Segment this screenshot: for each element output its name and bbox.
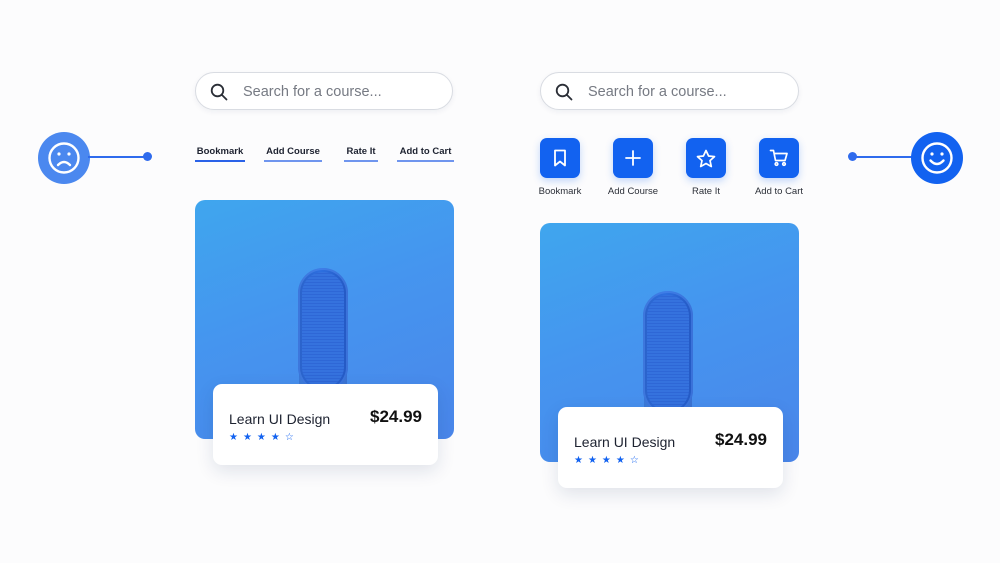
bookmark-button[interactable] <box>540 138 580 178</box>
connector-dot-left <box>143 152 152 161</box>
plus-icon <box>625 150 641 166</box>
search-bar-left[interactable] <box>195 72 453 111</box>
search-icon <box>210 83 228 101</box>
course-title: Learn UI Design <box>574 434 676 450</box>
search-input-left[interactable] <box>241 73 445 111</box>
course-card-right[interactable]: Learn UI Design $24.99 ★★★★☆ <box>558 407 783 488</box>
course-price: $24.99 <box>715 430 767 449</box>
course-price: $24.99 <box>370 407 422 426</box>
rate-it-button-label: Rate It <box>692 186 720 197</box>
cart-icon <box>769 149 788 167</box>
bookmark-button-label: Bookmark <box>538 186 582 197</box>
rating-stars: ★★★★☆ <box>229 432 299 443</box>
add-to-cart-link[interactable]: Add to Cart <box>397 146 454 162</box>
rate-it-button[interactable] <box>686 138 726 178</box>
course-title: Learn UI Design <box>229 411 331 427</box>
add-to-cart-button[interactable] <box>759 138 799 178</box>
search-icon <box>555 83 573 101</box>
rate-it-link[interactable]: Rate It <box>344 146 378 162</box>
connector-line-left <box>88 156 148 158</box>
search-bar-right[interactable] <box>540 72 799 111</box>
add-course-link[interactable]: Add Course <box>264 146 322 162</box>
search-input-right[interactable] <box>586 73 790 111</box>
course-card-left[interactable]: Learn UI Design $24.99 ★★★★☆ <box>213 384 438 465</box>
bookmark-icon <box>554 149 566 167</box>
rating-stars: ★★★★☆ <box>574 455 644 466</box>
add-to-cart-button-label: Add to Cart <box>754 186 804 197</box>
star-icon <box>696 149 716 167</box>
happy-face-icon <box>911 132 963 184</box>
add-course-button-label: Add Course <box>607 186 659 197</box>
bookmark-link[interactable]: Bookmark <box>195 146 245 162</box>
connector-line-right <box>852 156 914 158</box>
sad-face-icon <box>38 132 90 184</box>
add-course-button[interactable] <box>613 138 653 178</box>
